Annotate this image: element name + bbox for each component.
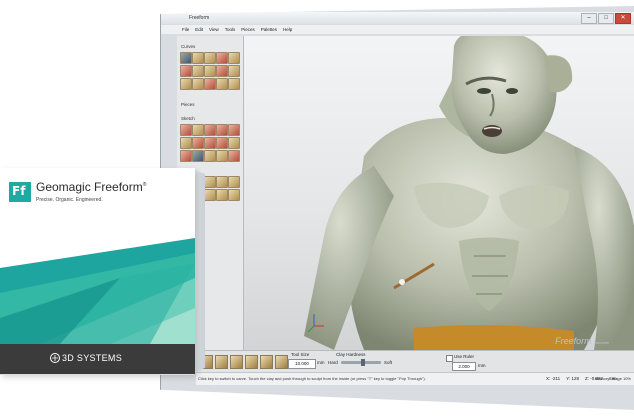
ruler-unit: mm xyxy=(478,363,486,368)
tool-size-label: Tool Size xyxy=(291,352,310,357)
curve-tool-icon[interactable] xyxy=(180,78,192,90)
freeform-watermark: Freeform Innovate xyxy=(555,336,609,346)
3d-systems-logo-icon xyxy=(50,353,60,363)
logo-letters: Ff xyxy=(12,184,26,198)
curve-tool-icon[interactable] xyxy=(204,65,216,77)
clay-tool-icon[interactable] xyxy=(204,176,216,188)
use-ruler-label: Use Ruler xyxy=(454,354,475,359)
coord-y: Y: 128 xyxy=(566,376,579,381)
section-sketch-label: Sketch xyxy=(181,116,195,121)
curve-tool-icon[interactable] xyxy=(228,52,240,64)
app-frame: Freeform – □ ✕ File Edit View Tools Piec… xyxy=(160,6,634,410)
clay-soft-label: Soft xyxy=(384,360,393,365)
title-bar: Freeform – □ ✕ xyxy=(161,12,634,24)
curve-tool-icon[interactable] xyxy=(216,52,228,64)
menu-pieces[interactable]: Pieces xyxy=(241,25,255,34)
curve-tool-icon[interactable] xyxy=(192,52,204,64)
menu-view[interactable]: View xyxy=(209,25,219,34)
product-name-text: Geomagic Freeform xyxy=(36,180,143,194)
clay-hardness-label: Clay Hardness xyxy=(336,352,366,357)
tool-size-unit: mm xyxy=(317,360,325,365)
menu-bar: File Edit View Tools Pieces Palettes Hel… xyxy=(161,25,634,34)
minimize-button[interactable]: – xyxy=(581,13,597,24)
curves-tools xyxy=(180,52,240,90)
close-button[interactable]: ✕ xyxy=(615,13,631,24)
clay-tool-icon[interactable] xyxy=(204,189,216,201)
clay-hardness-slider[interactable] xyxy=(341,359,381,366)
freeform-app-window: Freeform – □ ✕ File Edit View Tools Piec… xyxy=(160,6,634,410)
bottom-tools xyxy=(200,355,288,369)
clay-brush-icon[interactable] xyxy=(215,355,228,369)
menu-edit[interactable]: Edit xyxy=(195,25,203,34)
sketch-tool-icon[interactable] xyxy=(216,137,228,149)
coord-x: X: -211 xyxy=(546,376,561,381)
sketch-tool-icon[interactable] xyxy=(216,124,228,136)
brand-name: 3D SYSTEMS xyxy=(62,353,123,363)
sketch-tool-icon[interactable] xyxy=(180,124,192,136)
clay-tool-icon[interactable] xyxy=(228,189,240,201)
curve-tool-icon[interactable] xyxy=(192,78,204,90)
window-title: Freeform xyxy=(189,15,210,21)
use-ruler-checkbox[interactable] xyxy=(446,355,453,362)
clay-hard-label: Hard xyxy=(328,360,338,365)
menu-help[interactable]: Help xyxy=(283,25,292,34)
sketch-tool-icon[interactable] xyxy=(204,137,216,149)
window-controls: – □ ✕ xyxy=(581,13,631,24)
freeform-logo-icon: Ff xyxy=(9,182,31,202)
sketch-tool-icon[interactable] xyxy=(228,124,240,136)
sculpted-creature-model xyxy=(304,36,634,350)
clay-brush-icon[interactable] xyxy=(245,355,258,369)
watermark-text: Freeform xyxy=(555,336,592,346)
clay-tool-icon[interactable] xyxy=(216,189,228,201)
sketch-tool-icon[interactable] xyxy=(204,150,216,162)
sketch-tool-icon[interactable] xyxy=(228,137,240,149)
sketch-tools xyxy=(180,124,240,162)
3d-viewport[interactable]: Freeform Innovate xyxy=(244,36,634,350)
curve-tool-icon[interactable] xyxy=(192,65,204,77)
product-name: Geomagic Freeform® xyxy=(36,180,146,194)
curve-tool-icon[interactable] xyxy=(204,52,216,64)
tool-size-input[interactable]: 10.000 xyxy=(288,359,316,369)
trademark: ® xyxy=(142,182,147,188)
watermark-sub: Innovate xyxy=(593,340,609,345)
status-hint: Click key to switch to carve. Touch the … xyxy=(198,376,426,381)
section-curves-label: Curves xyxy=(181,44,196,49)
sketch-tool-icon[interactable] xyxy=(204,124,216,136)
sketch-tool-icon[interactable] xyxy=(180,137,192,149)
memory-usage: Memory Usage 10% xyxy=(594,376,631,381)
curve-tool-icon[interactable] xyxy=(228,78,240,90)
brand-bar: 3D SYSTEMS xyxy=(0,344,195,374)
sketch-tool-icon[interactable] xyxy=(180,150,192,162)
clay-brush-icon[interactable] xyxy=(230,355,243,369)
sketch-tool-icon[interactable] xyxy=(192,124,204,136)
curve-tool-icon[interactable] xyxy=(228,65,240,77)
clay-tool-icon[interactable] xyxy=(216,176,228,188)
clay-brush-icon[interactable] xyxy=(260,355,273,369)
clay-tool-icon[interactable] xyxy=(228,176,240,188)
status-bar: Click key to switch to carve. Touch the … xyxy=(196,372,634,385)
tool-options-bar: Tool Size 10.000 mm Clay Hardness Hard S… xyxy=(196,350,634,373)
curve-tool-icon[interactable] xyxy=(216,65,228,77)
product-box: Ff Geomagic Freeform® Precise. Organic. … xyxy=(0,168,195,374)
curve-tool-icon[interactable] xyxy=(216,78,228,90)
sketch-tool-icon[interactable] xyxy=(192,137,204,149)
clay-brush-icon[interactable] xyxy=(275,355,288,369)
section-pieces-label: Pieces xyxy=(181,102,195,107)
sketch-tool-icon[interactable] xyxy=(192,150,204,162)
select-tool-icon[interactable] xyxy=(180,52,192,64)
ruler-value-input[interactable]: 2.000 xyxy=(452,362,476,371)
maximize-button[interactable]: □ xyxy=(598,13,614,24)
sketch-tool-icon[interactable] xyxy=(228,150,240,162)
menu-tools[interactable]: Tools xyxy=(225,25,236,34)
curve-tool-icon[interactable] xyxy=(204,78,216,90)
product-tagline: Precise. Organic. Engineered. xyxy=(36,197,103,203)
menu-file[interactable]: File xyxy=(182,25,189,34)
sketch-tool-icon[interactable] xyxy=(216,150,228,162)
curve-tool-icon[interactable] xyxy=(180,65,192,77)
menu-palettes[interactable]: Palettes xyxy=(261,25,277,34)
box-art-graphic xyxy=(0,238,195,344)
